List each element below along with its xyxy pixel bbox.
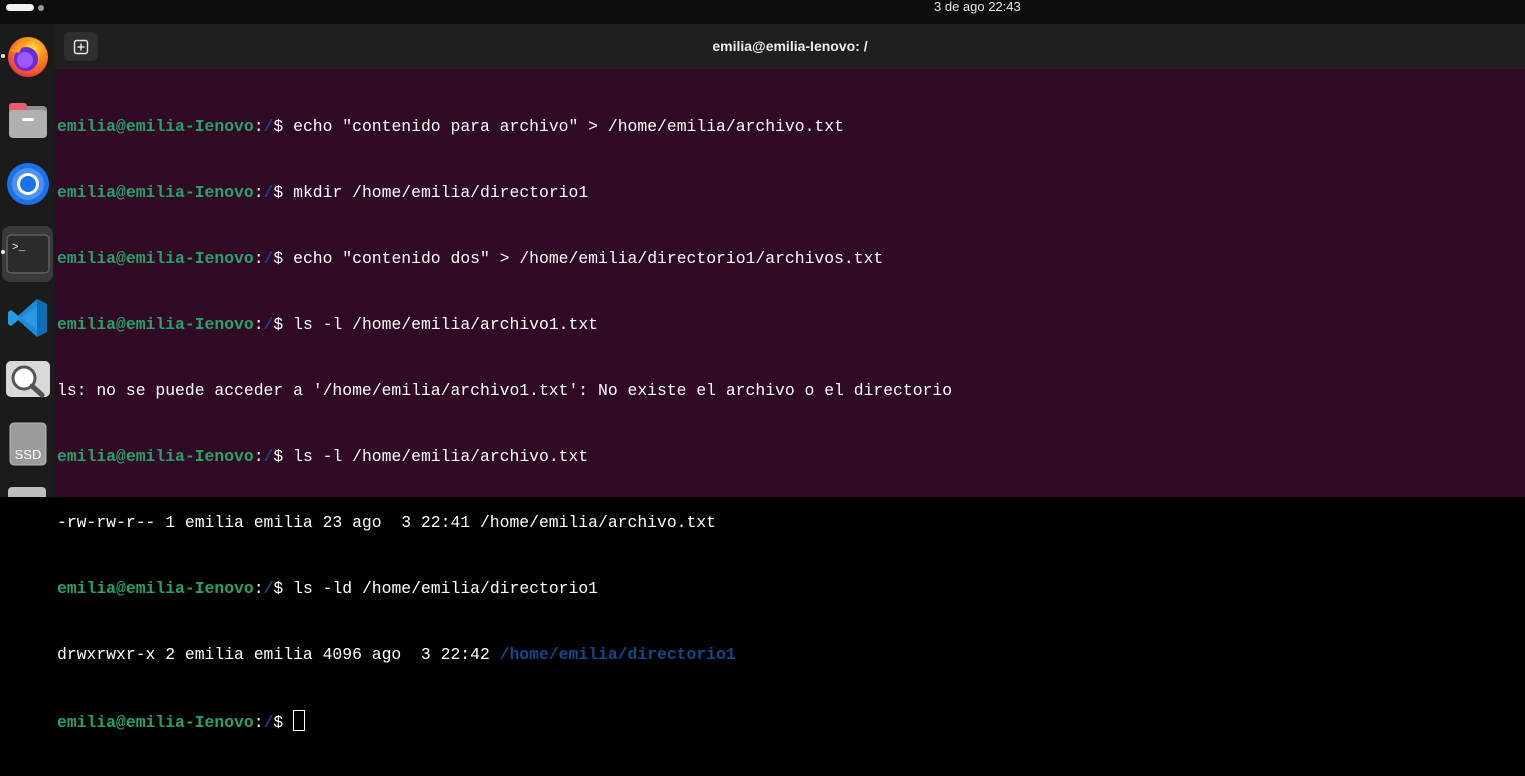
prompt-user: emilia@emilia-Ienovo	[57, 713, 254, 732]
prompt-symbol: $	[273, 315, 284, 334]
command-text: mkdir /home/emilia/directorio1	[283, 183, 589, 202]
output-text: ls: no se puede acceder a '/home/emilia/…	[57, 381, 953, 400]
terminal-line: -rw-rw-r-- 1 emilia emilia 23 ago 3 22:4…	[57, 512, 952, 534]
running-indicator	[1, 54, 5, 58]
title-bar: emilia@emilia-Ienovo: /	[55, 24, 1525, 69]
workspace-dot[interactable]	[38, 4, 44, 11]
command-text: ls -ld /home/emilia/directorio1	[283, 579, 599, 598]
dock-item-firefox[interactable]	[0, 28, 55, 84]
terminal-window: emilia@emilia-Ienovo: / emilia@emilia-Ie…	[55, 24, 1525, 732]
prompt-symbol: $	[273, 447, 284, 466]
dock-item-image-viewer[interactable]	[0, 352, 55, 408]
prompt-path: /	[263, 447, 274, 466]
prompt-symbol: $	[273, 579, 284, 598]
clock[interactable]: 3 de ago 22:43	[934, 0, 1021, 13]
dock-item-files[interactable]	[0, 92, 55, 148]
terminal-line: emilia@emilia-Ienovo:/$ echo "contenido …	[57, 116, 952, 138]
vscode-icon	[7, 299, 47, 337]
ssd-label: SSD	[14, 447, 41, 462]
terminal-icon: >_	[6, 234, 49, 274]
prompt-separator: :	[253, 249, 264, 268]
dock: >_ SSD	[0, 24, 55, 497]
prompt-user: emilia@emilia-Ienovo	[57, 249, 254, 268]
top-bar: 3 de ago 22:43	[0, 0, 1525, 24]
prompt-separator: :	[253, 117, 264, 136]
prompt-path: /	[263, 713, 274, 732]
new-tab-button[interactable]	[64, 32, 98, 61]
prompt-separator: :	[253, 447, 264, 466]
prompt-symbol: $	[273, 183, 284, 202]
prompt-user: emilia@emilia-Ienovo	[57, 183, 254, 202]
terminal-output[interactable]: emilia@emilia-Ienovo:/$ echo "contenido …	[57, 72, 952, 776]
ssd-drive-icon: SSD	[9, 422, 46, 466]
output-text: -rw-rw-r-- 1 emilia emilia 23 ago 3 22:4…	[57, 513, 717, 532]
terminal-line: emilia@emilia-Ienovo:/$ echo "contenido …	[57, 248, 952, 270]
prompt-path: /	[263, 579, 274, 598]
dock-item-ssd[interactable]: SSD	[0, 416, 55, 472]
prompt-user: emilia@emilia-Ienovo	[57, 579, 254, 598]
terminal-line: emilia@emilia-Ienovo:/$ ls -ld /home/emi…	[57, 578, 952, 600]
terminal-line: emilia@emilia-Ienovo:/$ mkdir /home/emil…	[57, 182, 952, 204]
prompt-path: /	[263, 117, 274, 136]
workspace-indicator[interactable]	[6, 4, 44, 11]
dock-item-chromium[interactable]	[0, 156, 55, 212]
prompt-separator: :	[253, 315, 264, 334]
terminal-line: ls: no se puede acceder a '/home/emilia/…	[57, 380, 952, 402]
prompt-user: emilia@emilia-Ienovo	[57, 315, 254, 334]
chromium-icon	[6, 163, 49, 205]
prompt-separator: :	[253, 579, 264, 598]
terminal-line: drwxrwxr-x 2 emilia emilia 4096 ago 3 22…	[57, 644, 952, 666]
prompt-path: /	[263, 315, 274, 334]
prompt-symbol: $	[273, 249, 284, 268]
image-viewer-icon	[5, 361, 50, 398]
window-title: emilia@emilia-Ienovo: /	[712, 38, 868, 54]
command-text: ls -l /home/emilia/archivo.txt	[283, 447, 589, 466]
dock-item-terminal[interactable]: >_	[2, 226, 53, 282]
command-text: ls -l /home/emilia/archivo1.txt	[283, 315, 599, 334]
output-text: drwxrwxr-x 2 emilia emilia 4096 ago 3 22…	[57, 645, 500, 664]
text-cursor[interactable]	[293, 710, 306, 731]
prompt-symbol: $	[273, 713, 284, 732]
svg-text:>_: >_	[12, 242, 26, 254]
terminal-line-current: emilia@emilia-Ienovo:/$	[57, 710, 952, 732]
workspace-active-pill[interactable]	[6, 4, 34, 11]
files-icon	[8, 103, 47, 138]
new-tab-icon	[73, 39, 89, 54]
command-text: echo "contenido dos" > /home/emilia/dire…	[283, 249, 884, 268]
terminal-line: emilia@emilia-Ienovo:/$ ls -l /home/emil…	[57, 314, 952, 336]
output-directory-name: /home/emilia/directorio1	[499, 645, 736, 664]
prompt-symbol: $	[273, 117, 284, 136]
terminal-line: emilia@emilia-Ienovo:/$ ls -l /home/emil…	[57, 446, 952, 468]
dock-item-vscode[interactable]	[0, 290, 55, 346]
running-indicator	[1, 250, 5, 254]
prompt-path: /	[263, 249, 274, 268]
prompt-user: emilia@emilia-Ienovo	[57, 117, 254, 136]
dock-item-partial[interactable]	[8, 487, 46, 497]
prompt-separator: :	[253, 183, 264, 202]
firefox-icon	[7, 37, 48, 77]
prompt-user: emilia@emilia-Ienovo	[57, 447, 254, 466]
command-text: echo "contenido para archivo" > /home/em…	[283, 117, 844, 136]
prompt-path: /	[263, 183, 274, 202]
prompt-separator: :	[253, 713, 264, 732]
